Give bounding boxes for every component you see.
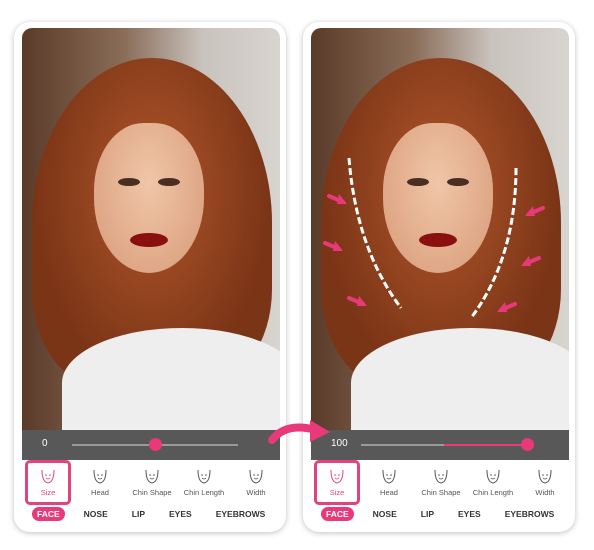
tool-label: Chin Length xyxy=(472,488,514,497)
intensity-slider[interactable]: 0 xyxy=(22,430,280,460)
chin-shape-icon xyxy=(430,466,452,488)
tool-ch[interactable]: Ch xyxy=(282,460,286,505)
portrait-photo xyxy=(22,28,280,430)
tab-face[interactable]: FACE xyxy=(321,507,354,521)
category-tabs: FACE NOSE LIP EYES EYEBROWS xyxy=(22,507,280,521)
portrait-photo xyxy=(311,28,569,430)
tool-label: Size xyxy=(329,488,345,497)
slider-knob[interactable] xyxy=(149,438,162,451)
tab-eyebrows[interactable]: EYEBROWS xyxy=(211,507,271,521)
phone-panel-after: 100 Size Head Chin Shape Chin Length Wid… xyxy=(303,22,575,532)
tool-width[interactable]: Width xyxy=(230,460,282,505)
tool-label: Width xyxy=(535,488,555,497)
tool-label: Size xyxy=(40,488,56,497)
phone-panel-before: 0 Size Head Chin Shape Chin Length Width… xyxy=(14,22,286,532)
face-size-icon xyxy=(37,466,59,488)
head-icon xyxy=(89,466,111,488)
tool-head[interactable]: Head xyxy=(363,460,415,505)
tool-label: Chin Length xyxy=(183,488,225,497)
transition-arrow-icon xyxy=(268,420,330,444)
tab-face[interactable]: FACE xyxy=(32,507,65,521)
tool-label: Width xyxy=(246,488,266,497)
face-tools-row: Size Head Chin Shape Chin Length Width C… xyxy=(311,460,569,505)
tab-lip[interactable]: LIP xyxy=(416,507,439,521)
inward-arrow-icon xyxy=(347,296,367,306)
inward-arrow-icon xyxy=(497,302,517,312)
face-slimming-guides xyxy=(323,157,545,319)
inward-arrow-icon xyxy=(327,194,347,204)
chin-length-icon xyxy=(482,466,504,488)
tab-nose[interactable]: NOSE xyxy=(368,507,402,521)
intensity-slider[interactable]: 100 xyxy=(311,430,569,460)
tool-head[interactable]: Head xyxy=(74,460,126,505)
tool-label: Chin Shape xyxy=(421,488,461,497)
inward-arrow-icon xyxy=(521,256,541,266)
chin-shape-icon xyxy=(141,466,163,488)
tool-chin-shape[interactable]: Chin Shape xyxy=(415,460,467,505)
chin-length-icon xyxy=(193,466,215,488)
tool-width[interactable]: Width xyxy=(519,460,571,505)
tool-size[interactable]: Size xyxy=(314,460,360,505)
inward-arrow-icon xyxy=(525,206,545,216)
face-size-icon xyxy=(326,466,348,488)
tab-lip[interactable]: LIP xyxy=(127,507,150,521)
slider-fill xyxy=(444,444,527,446)
slider-value: 0 xyxy=(42,438,48,449)
tab-eyebrows[interactable]: EYEBROWS xyxy=(500,507,560,521)
tab-eyes[interactable]: EYES xyxy=(453,507,486,521)
tab-nose[interactable]: NOSE xyxy=(79,507,113,521)
category-tabs: FACE NOSE LIP EYES EYEBROWS xyxy=(311,507,569,521)
tool-label: Head xyxy=(91,488,109,497)
inward-arrow-icon xyxy=(323,241,343,251)
tool-chin-shape[interactable]: Chin Shape xyxy=(126,460,178,505)
tool-label: Chin Shape xyxy=(132,488,172,497)
tool-size[interactable]: Size xyxy=(25,460,71,505)
tool-ch[interactable]: Ch xyxy=(571,460,575,505)
face-width-icon xyxy=(245,466,267,488)
face-width-icon xyxy=(534,466,556,488)
tool-chin-length[interactable]: Chin Length xyxy=(178,460,230,505)
head-icon xyxy=(378,466,400,488)
tab-eyes[interactable]: EYES xyxy=(164,507,197,521)
face-tools-row: Size Head Chin Shape Chin Length Width C… xyxy=(22,460,280,505)
tool-chin-length[interactable]: Chin Length xyxy=(467,460,519,505)
slider-knob[interactable] xyxy=(521,438,534,451)
tool-label: Head xyxy=(380,488,398,497)
